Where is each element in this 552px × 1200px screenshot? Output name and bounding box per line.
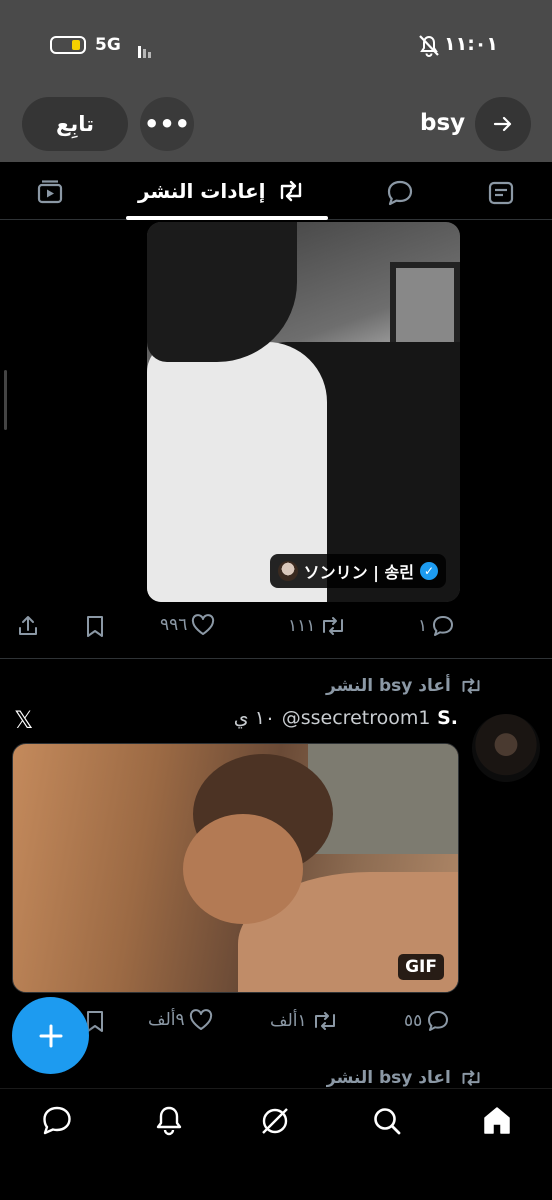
scroll-indicator — [4, 370, 7, 430]
reply-count: ١ — [418, 616, 428, 636]
compose-post-button[interactable] — [12, 997, 89, 1074]
post-media-gif[interactable]: GIF — [12, 743, 459, 993]
plus-icon — [39, 1024, 62, 1047]
media-watermark: ソンリン | 송린 ✓ — [269, 554, 446, 588]
follow-button[interactable]: تابِع — [22, 97, 128, 151]
tab-reposts-label: إعادات النشر — [138, 179, 266, 203]
post-author-line[interactable]: ١٠ ي @ssecretroom1 S. — [200, 707, 458, 729]
repost-context-text: أعاد bsy النشر — [326, 1070, 451, 1088]
heart-icon — [189, 1009, 212, 1030]
search-icon[interactable] — [370, 1104, 404, 1138]
watermark-text: ソンリン | 송린 — [303, 563, 414, 582]
repost-context-text: أعاد bsy النشر — [326, 676, 451, 696]
reply-icon — [433, 616, 454, 636]
status-bar: 5G ١١:٠١ — [0, 28, 552, 64]
next-post-peek: أعاد bsy النشر — [326, 1070, 496, 1090]
bookmark-button[interactable] — [84, 614, 106, 638]
like-button[interactable]: ٩ألف — [148, 1009, 213, 1031]
repost-button[interactable]: ١ألف — [270, 1009, 339, 1033]
more-options-button[interactable]: ••• — [140, 97, 194, 151]
repost-small-icon — [462, 1070, 480, 1086]
profile-header-area: 5G ١١:٠١ تابِع ••• bsy — [0, 0, 552, 162]
gif-badge: GIF — [398, 954, 444, 980]
signal-icon — [138, 38, 153, 58]
network-type: 5G — [95, 35, 121, 55]
tab-replies-icon[interactable] — [385, 178, 415, 208]
author-avatar[interactable] — [472, 714, 540, 782]
repost-count: ١١١ — [288, 616, 316, 636]
repost-icon — [323, 617, 344, 635]
battery-icon — [50, 36, 86, 54]
arrow-right-icon — [493, 116, 512, 132]
reply-count: ٥٥ — [404, 1011, 423, 1031]
home-icon[interactable] — [480, 1104, 514, 1138]
repost-button[interactable]: ١١١ — [288, 614, 347, 638]
repost-small-icon — [462, 678, 480, 694]
tab-reposts[interactable]: إعادات النشر — [138, 178, 306, 204]
reply-icon — [428, 1011, 449, 1031]
repost-context: أعاد bsy النشر — [326, 1070, 496, 1088]
profile-tabs: إعادات النشر — [0, 162, 552, 220]
back-button[interactable] — [475, 97, 531, 151]
mute-icon — [419, 35, 439, 57]
grok-icon[interactable] — [258, 1104, 292, 1138]
x-logo-icon[interactable]: 𝕏 — [14, 706, 33, 734]
verified-badge-icon: ✓ — [420, 562, 438, 580]
messages-icon[interactable] — [40, 1104, 74, 1138]
watermark-avatar — [277, 561, 298, 581]
reply-button[interactable]: ١ — [418, 614, 455, 638]
like-button[interactable]: ٩٩٦ — [160, 614, 215, 636]
repost-icon — [314, 1012, 335, 1030]
profile-name: bsy — [420, 110, 466, 136]
tab-videos-icon[interactable] — [35, 178, 65, 208]
bookmark-icon — [87, 616, 103, 637]
like-count: ٩ألف — [148, 1010, 185, 1030]
repost-context: أعاد bsy النشر — [326, 676, 496, 696]
heart-icon — [192, 614, 215, 635]
tab-posts-icon[interactable] — [486, 178, 516, 208]
author-display-name: S. — [437, 707, 458, 729]
repost-count: ١ألف — [270, 1011, 307, 1031]
share-icon — [19, 616, 37, 635]
author-handle: @ssecretroom1 — [281, 707, 431, 729]
notifications-icon[interactable] — [152, 1104, 186, 1138]
bottom-navigation — [0, 1088, 552, 1200]
post-actions: ٩٩٦ ١١١ ١ — [0, 614, 552, 644]
active-tab-indicator — [126, 216, 328, 220]
post-media-image[interactable]: ソンリン | 송린 ✓ — [147, 222, 460, 602]
post-time: ١٠ ي — [233, 707, 276, 729]
clock: ١١:٠١ — [444, 33, 498, 55]
share-button[interactable] — [16, 614, 40, 638]
reply-button[interactable]: ٥٥ — [404, 1009, 450, 1033]
post-divider — [0, 658, 552, 659]
like-count: ٩٩٦ — [160, 615, 188, 635]
repost-icon — [280, 180, 301, 202]
